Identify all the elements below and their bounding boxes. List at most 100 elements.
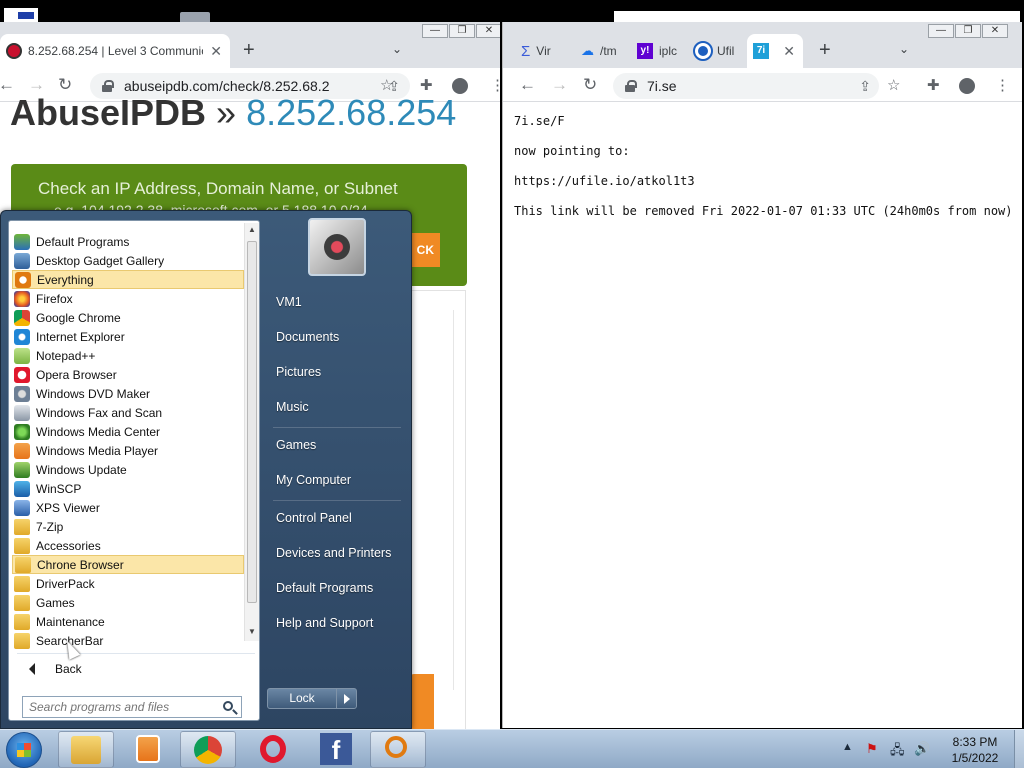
tab-search-chevron-icon[interactable]: ⌄ (899, 42, 909, 56)
program-item[interactable]: Windows Media Player (12, 441, 244, 460)
program-item[interactable]: Default Programs (12, 232, 244, 251)
tab-search-chevron-icon[interactable]: ⌄ (392, 42, 402, 56)
shutdown-options-arrow-icon[interactable] (336, 688, 357, 709)
show-desktop-button[interactable] (1014, 730, 1024, 768)
chrome-icon (194, 736, 222, 764)
network-icon[interactable]: 🖧 (890, 741, 905, 763)
program-item[interactable]: Accessories (12, 536, 244, 555)
program-item[interactable]: Opera Browser (12, 365, 244, 384)
taskbar-facebook-button[interactable]: f (308, 731, 364, 768)
pictures-link[interactable]: Pictures (276, 365, 321, 379)
menu-dots-icon[interactable]: ⋮ (490, 76, 500, 94)
show-hidden-icons-arrow[interactable]: ▲ (842, 741, 853, 753)
desktop-icon[interactable] (180, 12, 210, 22)
minimize-button[interactable]: — (422, 24, 448, 38)
expiry-notice: This link will be removed Fri 2022-01-07… (514, 204, 1013, 218)
tab-ufile[interactable]: Ufil (689, 34, 745, 68)
forward-arrow-icon[interactable]: → (551, 75, 568, 95)
menu-dots-icon[interactable]: ⋮ (995, 76, 1010, 94)
taskbar-explorer-button[interactable] (58, 731, 114, 768)
documents-link[interactable]: Documents (276, 330, 339, 344)
minimize-button[interactable]: — (928, 24, 954, 38)
tab-tmp[interactable]: ☁ /tm (575, 34, 627, 68)
search-programs-field[interactable] (22, 696, 242, 718)
start-button[interactable] (6, 732, 42, 768)
program-item[interactable]: 7-Zip (12, 517, 244, 536)
help-support-link[interactable]: Help and Support (276, 616, 373, 630)
taskbar-everything-button[interactable] (370, 731, 426, 768)
program-item[interactable]: Windows Media Center (12, 422, 244, 441)
program-item[interactable]: Google Chrome (12, 308, 244, 327)
program-label: Default Programs (36, 234, 130, 249)
program-item[interactable]: SearcherBar (12, 631, 244, 650)
close-tab-icon[interactable]: ✕ (210, 43, 222, 60)
all-programs-list: Default Programs Desktop Gadget Gallery Ev… (10, 221, 244, 649)
taskbar-chrome-button[interactable] (180, 731, 236, 768)
music-link[interactable]: Music (276, 400, 309, 414)
games-link[interactable]: Games (276, 438, 316, 452)
user-folder-link[interactable]: VM1 (276, 295, 302, 309)
control-panel-link[interactable]: Control Panel (276, 511, 352, 525)
program-item[interactable]: Windows Fax and Scan (12, 403, 244, 422)
default-programs-link[interactable]: Default Programs (276, 581, 373, 595)
taskbar-media-player-button[interactable] (120, 731, 176, 768)
tab-7i[interactable]: 7i ✕ (747, 34, 803, 68)
extensions-puzzle-icon[interactable]: ✚ (927, 76, 940, 94)
program-item[interactable]: Chrone Browser (12, 555, 244, 574)
taskbar-opera-button[interactable] (245, 731, 301, 768)
maximize-button[interactable]: ❐ (449, 24, 475, 38)
close-tab-icon[interactable]: ✕ (783, 43, 795, 60)
tab-virustotal[interactable]: Σ Vir (515, 34, 573, 68)
close-window-button[interactable]: ✕ (982, 24, 1008, 38)
target-url[interactable]: https://ufile.io/atkol1t3 (514, 174, 695, 188)
program-item[interactable]: Everything (12, 270, 244, 289)
profile-avatar-icon[interactable] (959, 78, 975, 94)
report-button[interactable] (410, 674, 434, 730)
program-item[interactable]: XPS Viewer (12, 498, 244, 517)
desktop-icon[interactable] (4, 8, 38, 22)
clock-date: 1/5/2022 (951, 751, 999, 765)
search-icon[interactable] (223, 701, 233, 711)
program-item[interactable]: WinSCP (12, 479, 244, 498)
address-bar[interactable]: 7i.se ⇪ (613, 73, 879, 99)
bookmark-star-icon[interactable]: ☆ (887, 76, 900, 94)
program-item[interactable]: Windows DVD Maker (12, 384, 244, 403)
scroll-up-arrow-icon[interactable]: ▲ (248, 225, 256, 234)
scroll-down-arrow-icon[interactable]: ▼ (248, 627, 256, 636)
winscp-icon (14, 480, 30, 497)
search-input[interactable] (29, 700, 219, 714)
folder-icon (14, 537, 30, 554)
back-arrow-icon[interactable]: ← (519, 75, 536, 95)
program-label: Windows Media Center (36, 424, 161, 439)
program-item[interactable]: Games (12, 593, 244, 612)
share-icon[interactable]: ⇪ (859, 78, 871, 95)
tab-strip: 8.252.68.254 | Level 3 Communic ✕ + ⌄ — … (0, 22, 500, 68)
program-item[interactable]: Maintenance (12, 612, 244, 631)
computer-link[interactable]: My Computer (276, 473, 351, 487)
program-item[interactable]: Firefox (12, 289, 244, 308)
program-item[interactable]: Desktop Gadget Gallery (12, 251, 244, 270)
program-label: Desktop Gadget Gallery (36, 253, 165, 268)
action-center-flag-icon[interactable]: ⚑ (866, 741, 878, 757)
tab-yahoo[interactable]: y! iplc (631, 34, 687, 68)
user-picture[interactable] (308, 218, 366, 276)
program-item[interactable]: DriverPack (12, 574, 244, 593)
maximize-button[interactable]: ❐ (955, 24, 981, 38)
devices-printers-link[interactable]: Devices and Printers (276, 546, 391, 560)
programs-scrollbar[interactable]: ▲ ▼ (244, 223, 259, 641)
tab-abuseipdb[interactable]: 8.252.68.254 | Level 3 Communic ✕ (0, 34, 230, 68)
scrollbar-thumb[interactable] (247, 241, 257, 603)
volume-icon[interactable]: 🔊 (914, 741, 930, 757)
program-item[interactable]: Notepad++ (12, 346, 244, 365)
close-window-button[interactable]: ✕ (476, 24, 500, 38)
back-button[interactable]: Back (17, 658, 257, 680)
program-item[interactable]: Windows Update (12, 460, 244, 479)
new-tab-button[interactable]: + (243, 40, 255, 60)
reload-icon[interactable]: ↻ (583, 75, 597, 95)
new-tab-button[interactable]: + (819, 40, 831, 60)
program-item[interactable]: Internet Explorer (12, 327, 244, 346)
page-title: AbuseIPDB » 8.252.68.254 (10, 92, 456, 134)
ufile-icon (693, 41, 713, 61)
lock-button[interactable]: Lock (267, 688, 337, 709)
clock[interactable]: 8:33 PM 1/5/2022 (940, 734, 1010, 766)
